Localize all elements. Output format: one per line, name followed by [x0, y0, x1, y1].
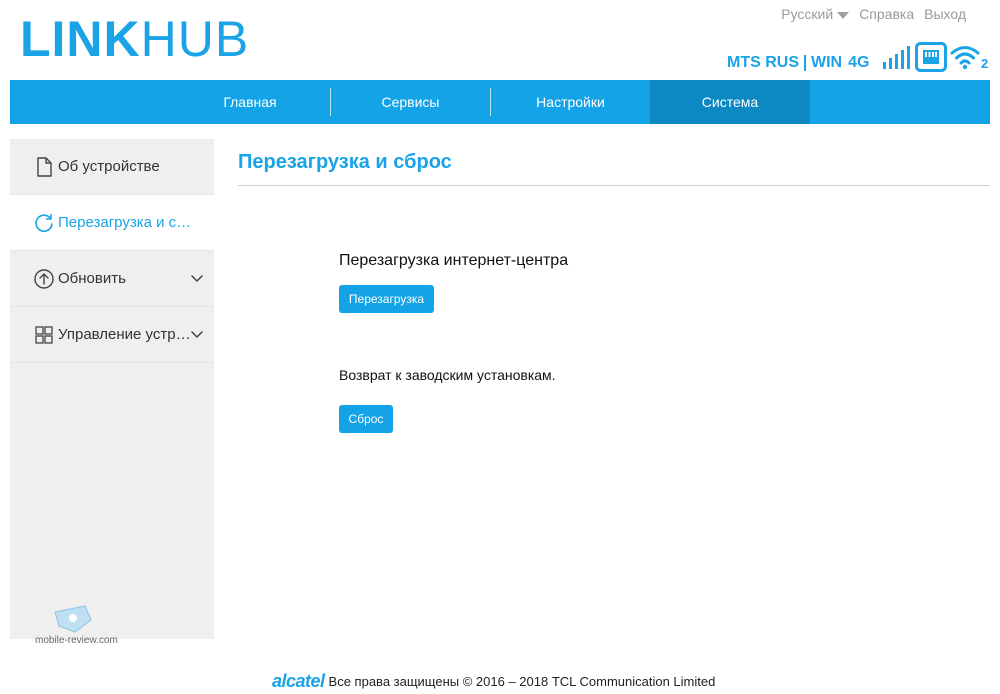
chevron-down-icon [191, 274, 203, 282]
network-status: MTS RUS WIN 4G [727, 54, 869, 72]
grid-icon [35, 325, 53, 344]
sidebar-item-label: Об устройстве [58, 158, 160, 175]
sidebar-item-reboot-reset[interactable]: Перезагрузка и сб... [10, 195, 214, 251]
nav-services[interactable]: Сервисы [331, 80, 490, 124]
reset-heading: Возврат к заводским установкам. [339, 367, 556, 383]
logo-hub: HUB [140, 11, 250, 67]
help-link[interactable]: Справка [859, 6, 914, 22]
upload-icon [34, 268, 54, 289]
sidebar-item-label: Управление устро... [58, 326, 192, 343]
watermark-text: mobile-review.com [35, 635, 118, 646]
sidebar-item-device-management[interactable]: Управление устро... [10, 307, 214, 363]
signal-strength-icon [883, 46, 910, 69]
nav-settings[interactable]: Настройки [491, 80, 650, 124]
logout-link[interactable]: Выход [924, 6, 966, 22]
page-title: Перезагрузка и сброс [238, 151, 452, 173]
sidebar: Об устройстве Перезагрузка и сб... Обнов… [10, 139, 214, 639]
status-divider [804, 55, 806, 71]
reboot-button[interactable]: Перезагрузка [339, 285, 434, 313]
language-select[interactable]: Русский [781, 6, 850, 22]
nav-system[interactable]: Система [650, 80, 810, 124]
wifi-client-count: 2 [981, 56, 989, 71]
sidebar-item-update[interactable]: Обновить [10, 251, 214, 307]
main-nav: Главная Сервисы Настройки Система [10, 80, 990, 124]
reset-button[interactable]: Сброс [339, 405, 393, 433]
title-divider [238, 185, 990, 186]
top-links: Русский Справка Выход [781, 6, 966, 22]
logo: LINKHUB [20, 14, 249, 64]
network-name: WIN [811, 54, 843, 71]
footer: alcatel Все права защищены © 2016 – 2018… [272, 671, 715, 692]
chevron-down-icon [837, 11, 850, 19]
document-icon [37, 156, 52, 177]
logo-link: LINK [20, 11, 141, 67]
ethernet-icon [915, 42, 947, 72]
sidebar-item-label: Обновить [58, 270, 126, 287]
reboot-heading: Перезагрузка интернет-центра [339, 252, 569, 269]
operator-name: MTS RUS [727, 54, 799, 71]
refresh-icon [35, 213, 53, 232]
footer-copyright: Все права защищены © 2016 – 2018 TCL Com… [328, 674, 716, 689]
wifi-icon [950, 46, 980, 70]
footer-brand-logo: alcatel [272, 671, 325, 691]
sidebar-item-about[interactable]: Об устройстве [10, 139, 214, 195]
nav-home[interactable]: Главная [170, 80, 330, 124]
sidebar-item-label: Перезагрузка и сб... [58, 214, 192, 231]
chevron-down-icon [191, 330, 203, 338]
network-type: 4G [848, 54, 870, 71]
language-label: Русский [781, 6, 834, 22]
